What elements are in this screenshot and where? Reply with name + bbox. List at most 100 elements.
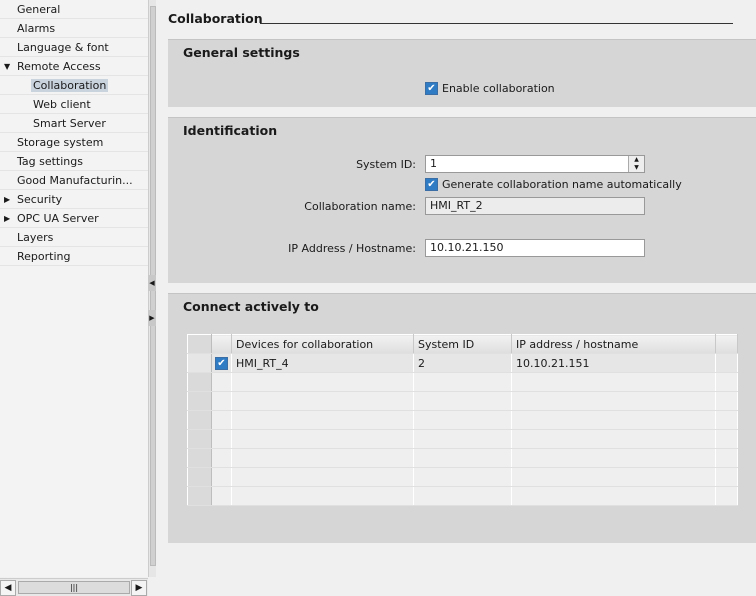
nav-item-label: Security [17,193,63,206]
ip-address-input[interactable]: 10.10.21.150 [425,239,645,257]
empty-cell[interactable] [715,448,738,468]
empty-cell[interactable] [211,391,232,411]
empty-table-row[interactable] [187,448,738,468]
checkbox-checked-icon[interactable]: ✔ [425,177,438,191]
system-id-input[interactable]: 1 ▲ ▼ [425,155,645,173]
page-title: Collaboration [168,11,263,26]
empty-cell[interactable] [715,372,738,392]
nav-item[interactable]: Alarms [0,19,148,38]
scroll-right-icon[interactable]: ▶ [131,580,147,596]
empty-table-row[interactable] [187,486,738,506]
nav-item-label: Reporting [17,250,71,263]
empty-cell[interactable] [511,391,716,411]
empty-cell[interactable] [715,429,738,449]
row-header[interactable] [187,448,212,468]
system-id-cell[interactable]: 2 [413,353,512,373]
empty-table-row[interactable] [187,391,738,411]
section-heading: Connect actively to [183,299,319,314]
nav-item-label: Smart Server [33,117,106,130]
nav-item[interactable]: Smart Server [0,114,148,133]
row-header[interactable] [187,467,212,487]
empty-cell[interactable] [231,486,414,506]
empty-cell[interactable] [511,448,716,468]
empty-cell[interactable] [511,372,716,392]
empty-cell[interactable] [413,448,512,468]
empty-cell[interactable] [413,429,512,449]
row-header[interactable] [187,353,212,373]
section-heading: General settings [183,45,300,60]
empty-table-row[interactable] [187,467,738,487]
column-header-ip[interactable]: IP address / hostname [511,334,716,354]
horizontal-scrollbar[interactable]: ◀ ||| ▶ [0,578,148,596]
empty-cell[interactable] [413,391,512,411]
nav-item[interactable]: Collaboration [0,76,148,95]
nav-item[interactable]: ▶ Security [0,190,148,209]
scroll-left-icon[interactable]: ◀ [0,580,16,596]
collapsed-arrow-icon[interactable]: ▶ [4,209,10,228]
checkbox-checked-icon[interactable]: ✔ [425,81,438,95]
empty-cell[interactable] [715,467,738,487]
column-header-devices[interactable]: Devices for collaboration [231,334,414,354]
nav-item-label: Tag settings [17,155,83,168]
scroll-thumb[interactable]: ||| [18,581,130,594]
table-row[interactable]: ✔ HMI_RT_4 2 10.10.21.151 [187,353,738,373]
nav-item[interactable]: Tag settings [0,152,148,171]
empty-table-row[interactable] [187,429,738,449]
empty-cell[interactable] [211,429,232,449]
row-header[interactable] [187,391,212,411]
empty-cell[interactable] [211,410,232,430]
nav-item[interactable]: Reporting [0,247,148,266]
row-checkbox[interactable]: ✔ [211,353,232,373]
nav-item[interactable]: Storage system [0,133,148,152]
nav-item[interactable]: Good Manufacturin... [0,171,148,190]
empty-cell[interactable] [231,391,414,411]
empty-cell[interactable] [511,467,716,487]
spinner-icon[interactable]: ▲ ▼ [628,156,644,172]
empty-cell[interactable] [413,410,512,430]
empty-cell[interactable] [211,467,232,487]
empty-cell[interactable] [511,429,716,449]
empty-cell[interactable] [715,391,738,411]
checkbox-checked-icon[interactable]: ✔ [215,356,228,370]
collapse-left-icon[interactable]: ◀ [148,275,156,291]
empty-cell[interactable] [231,410,414,430]
empty-cell[interactable] [511,486,716,506]
empty-cell[interactable] [413,467,512,487]
empty-cell[interactable] [413,372,512,392]
nav-item[interactable]: Language & font [0,38,148,57]
empty-table-row[interactable] [187,410,738,430]
empty-cell[interactable] [413,486,512,506]
empty-cell[interactable] [211,486,232,506]
empty-cell[interactable] [231,467,414,487]
nav-item[interactable]: ▶ OPC UA Server [0,209,148,228]
ip-cell[interactable]: 10.10.21.151 [511,353,716,373]
row-header[interactable] [187,429,212,449]
empty-cell[interactable] [231,448,414,468]
enable-collaboration-checkbox[interactable]: ✔ Enable collaboration [425,81,555,95]
empty-cell[interactable] [715,410,738,430]
empty-cell[interactable] [715,486,738,506]
checkbox-column-header [211,334,232,354]
auto-name-checkbox[interactable]: ✔ Generate collaboration name automatical… [425,177,682,191]
nav-item-label: OPC UA Server [17,212,99,225]
empty-cell[interactable] [231,429,414,449]
nav-item[interactable]: Layers [0,228,148,247]
row-header[interactable] [187,372,212,392]
expand-right-icon[interactable]: ▶ [148,310,156,326]
column-header-system-id[interactable]: System ID [413,334,512,354]
nav-item[interactable]: Web client [0,95,148,114]
nav-item-label: Web client [33,98,91,111]
empty-cell[interactable] [211,448,232,468]
row-header[interactable] [187,410,212,430]
empty-cell[interactable] [511,410,716,430]
expanded-arrow-icon[interactable]: ▼ [4,57,10,76]
device-cell[interactable]: HMI_RT_4 [231,353,414,373]
empty-cell[interactable] [231,372,414,392]
row-header[interactable] [187,486,212,506]
nav-item[interactable]: General [0,0,148,19]
collapsed-arrow-icon[interactable]: ▶ [4,190,10,209]
nav-item[interactable]: ▼ Remote Access [0,57,148,76]
empty-cell[interactable] [211,372,232,392]
empty-table-row[interactable] [187,372,738,392]
system-id-label: System ID: [356,158,416,171]
